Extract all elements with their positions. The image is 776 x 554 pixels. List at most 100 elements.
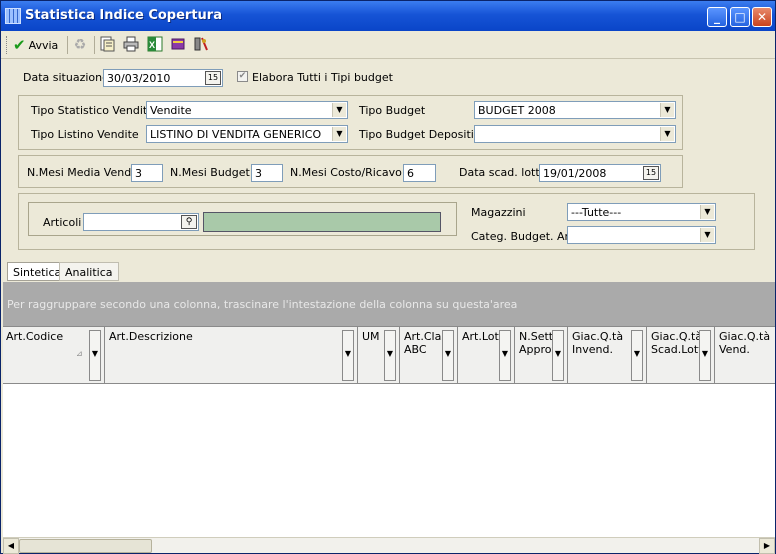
calendar-icon[interactable]: 15: [205, 71, 221, 85]
chevron-down-icon[interactable]: ▼: [384, 330, 396, 381]
data-grid: Art.Codice ⊿ ▼ Art.Descrizione ▼ UM ▼ Ar…: [3, 326, 775, 537]
toolbar: ✔ Avvia ♻ X: [1, 31, 775, 59]
column-header[interactable]: Giac.Q.tà Vend.: [716, 327, 775, 384]
column-header[interactable]: Art.Codice ⊿ ▼: [3, 327, 105, 384]
column-header[interactable]: Art.Lott ▼: [459, 327, 515, 384]
elabora-checkbox[interactable]: ✔: [237, 71, 248, 82]
maximize-button[interactable]: □: [730, 7, 750, 27]
tipo-budget-select[interactable]: BUDGET 2008 ▼: [474, 101, 676, 119]
articoli-label: Articoli: [43, 216, 82, 229]
tipo-budget-depositi-label: Tipo Budget Depositi: [359, 128, 474, 141]
calendar-icon[interactable]: 15: [643, 166, 659, 180]
column-label: Art.Clas ABC: [404, 330, 448, 356]
mesi-panel: N.Mesi Media Vend. 3 N.Mesi Budget 3 N.M…: [18, 155, 683, 188]
data-scad-label: Data scad. lotti: [459, 166, 543, 179]
column-label: Giac.Q.tà Invend.: [572, 330, 624, 356]
recycle-icon[interactable]: ♻: [71, 36, 89, 54]
chevron-down-icon[interactable]: ▼: [332, 127, 346, 141]
close-button[interactable]: ✕: [752, 7, 772, 27]
chevron-down-icon[interactable]: ▼: [89, 330, 101, 381]
chevron-down-icon[interactable]: ▼: [442, 330, 454, 381]
excel-icon[interactable]: X: [146, 36, 164, 54]
grid-header: Art.Codice ⊿ ▼ Art.Descrizione ▼ UM ▼ Ar…: [3, 327, 775, 384]
minimize-button[interactable]: _: [707, 7, 727, 27]
chevron-down-icon[interactable]: ▼: [660, 103, 674, 117]
toolbar-separator: [67, 36, 68, 54]
data-situazione-value: 30/03/2010: [107, 72, 171, 85]
mesi-media-label: N.Mesi Media Vend.: [27, 166, 135, 179]
chevron-down-icon[interactable]: ▼: [631, 330, 643, 381]
tipo-budget-value: BUDGET 2008: [478, 104, 556, 117]
magazzini-value: ---Tutte---: [571, 206, 622, 219]
avvia-label: Avvia: [28, 38, 59, 52]
column-label: Giac.Q.tà Scad.Lott: [651, 330, 703, 356]
column-label: Art.Codice: [6, 330, 64, 343]
magazzini-label: Magazzini: [471, 206, 526, 219]
chevron-down-icon[interactable]: ▼: [552, 330, 564, 381]
preview-icon[interactable]: [98, 36, 116, 54]
filter-panel: Articoli ⚲ Magazzini ---Tutte--- ▼ Categ…: [18, 193, 755, 250]
mesi-costo-field[interactable]: 6: [403, 164, 436, 182]
column-header[interactable]: Giac.Q.tà Scad.Lott ▼: [648, 327, 715, 384]
articoli-field[interactable]: ⚲: [83, 213, 199, 231]
articoli-description: [203, 212, 441, 232]
tipo-budget-label: Tipo Budget: [359, 104, 426, 117]
data-situazione-label: Data situazione: [23, 71, 109, 84]
categ-budget-label: Categ. Budget. Art.: [471, 230, 577, 243]
window-title: Statistica Indice Copertura: [25, 8, 222, 23]
scroll-left-icon[interactable]: ◀: [3, 538, 19, 554]
chevron-down-icon[interactable]: ▼: [699, 330, 711, 381]
data-situazione-field[interactable]: 30/03/2010 15: [103, 69, 223, 87]
chevron-down-icon[interactable]: ▼: [700, 228, 714, 242]
articoli-group: Articoli ⚲: [28, 202, 457, 236]
data-scad-field[interactable]: 19/01/2008 15: [539, 164, 661, 182]
column-label: Art.Descrizione: [109, 330, 193, 343]
tipo-listino-label: Tipo Listino Vendite: [31, 128, 139, 141]
tipo-statistico-value: Vendite: [150, 104, 192, 117]
title-bar[interactable]: Statistica Indice Copertura _ □ ✕: [1, 1, 775, 31]
column-label: UM: [362, 330, 380, 343]
tab-analitica[interactable]: Analitica: [59, 262, 119, 281]
mesi-media-field[interactable]: 3: [131, 164, 163, 182]
check-icon: ✔: [13, 36, 26, 54]
categ-budget-select[interactable]: ▼: [567, 226, 716, 244]
tipo-statistico-select[interactable]: Vendite ▼: [146, 101, 348, 119]
print-icon[interactable]: [122, 36, 140, 54]
tab-strip: Sintetica Analitica: [3, 260, 775, 282]
chevron-down-icon[interactable]: ▼: [660, 127, 674, 141]
toolbar-separator: [94, 36, 95, 54]
avvia-button[interactable]: ✔ Avvia: [13, 36, 58, 54]
app-icon: [5, 8, 21, 24]
data-scad-value: 19/01/2008: [543, 167, 607, 180]
column-header[interactable]: UM ▼: [359, 327, 400, 384]
mesi-budget-field[interactable]: 3: [251, 164, 283, 182]
app-window: Statistica Indice Copertura _ □ ✕ ✔ Avvi…: [0, 0, 776, 554]
column-header[interactable]: Art.Clas ABC ▼: [401, 327, 458, 384]
group-by-hint: Per raggruppare secondo una colonna, tra…: [7, 298, 518, 311]
group-by-area[interactable]: Per raggruppare secondo una colonna, tra…: [3, 282, 775, 326]
magazzini-select[interactable]: ---Tutte--- ▼: [567, 203, 716, 221]
svg-text:X: X: [149, 40, 155, 50]
mesi-budget-label: N.Mesi Budget: [170, 166, 250, 179]
column-label: Giac.Q.tà Vend.: [719, 330, 771, 356]
horizontal-scrollbar[interactable]: ◀ ▶: [3, 537, 775, 554]
mesi-costo-label: N.Mesi Costo/Ricavo: [290, 166, 402, 179]
column-header[interactable]: Giac.Q.tà Invend. ▼: [569, 327, 647, 384]
tipo-statistico-label: Tipo Statistico Vendite: [31, 104, 154, 117]
book-icon[interactable]: [169, 36, 187, 54]
scroll-right-icon[interactable]: ▶: [759, 538, 775, 554]
search-icon[interactable]: ⚲: [181, 215, 197, 229]
chevron-down-icon[interactable]: ▼: [342, 330, 354, 381]
chevron-down-icon[interactable]: ▼: [700, 205, 714, 219]
column-header[interactable]: Art.Descrizione ▼: [106, 327, 358, 384]
chevron-down-icon[interactable]: ▼: [499, 330, 511, 381]
sort-icon: ⊿: [76, 349, 83, 358]
toolbar-grip: [6, 36, 9, 54]
scroll-thumb[interactable]: [19, 539, 152, 553]
tipo-listino-select[interactable]: LISTINO DI VENDITA GENERICO ▼: [146, 125, 348, 143]
column-label: Art.Lott: [462, 330, 504, 343]
chevron-down-icon[interactable]: ▼: [332, 103, 346, 117]
tipo-budget-depositi-select[interactable]: ▼: [474, 125, 676, 143]
column-header[interactable]: N.Sett. Approv ▼: [516, 327, 568, 384]
tools-icon[interactable]: [192, 36, 210, 54]
